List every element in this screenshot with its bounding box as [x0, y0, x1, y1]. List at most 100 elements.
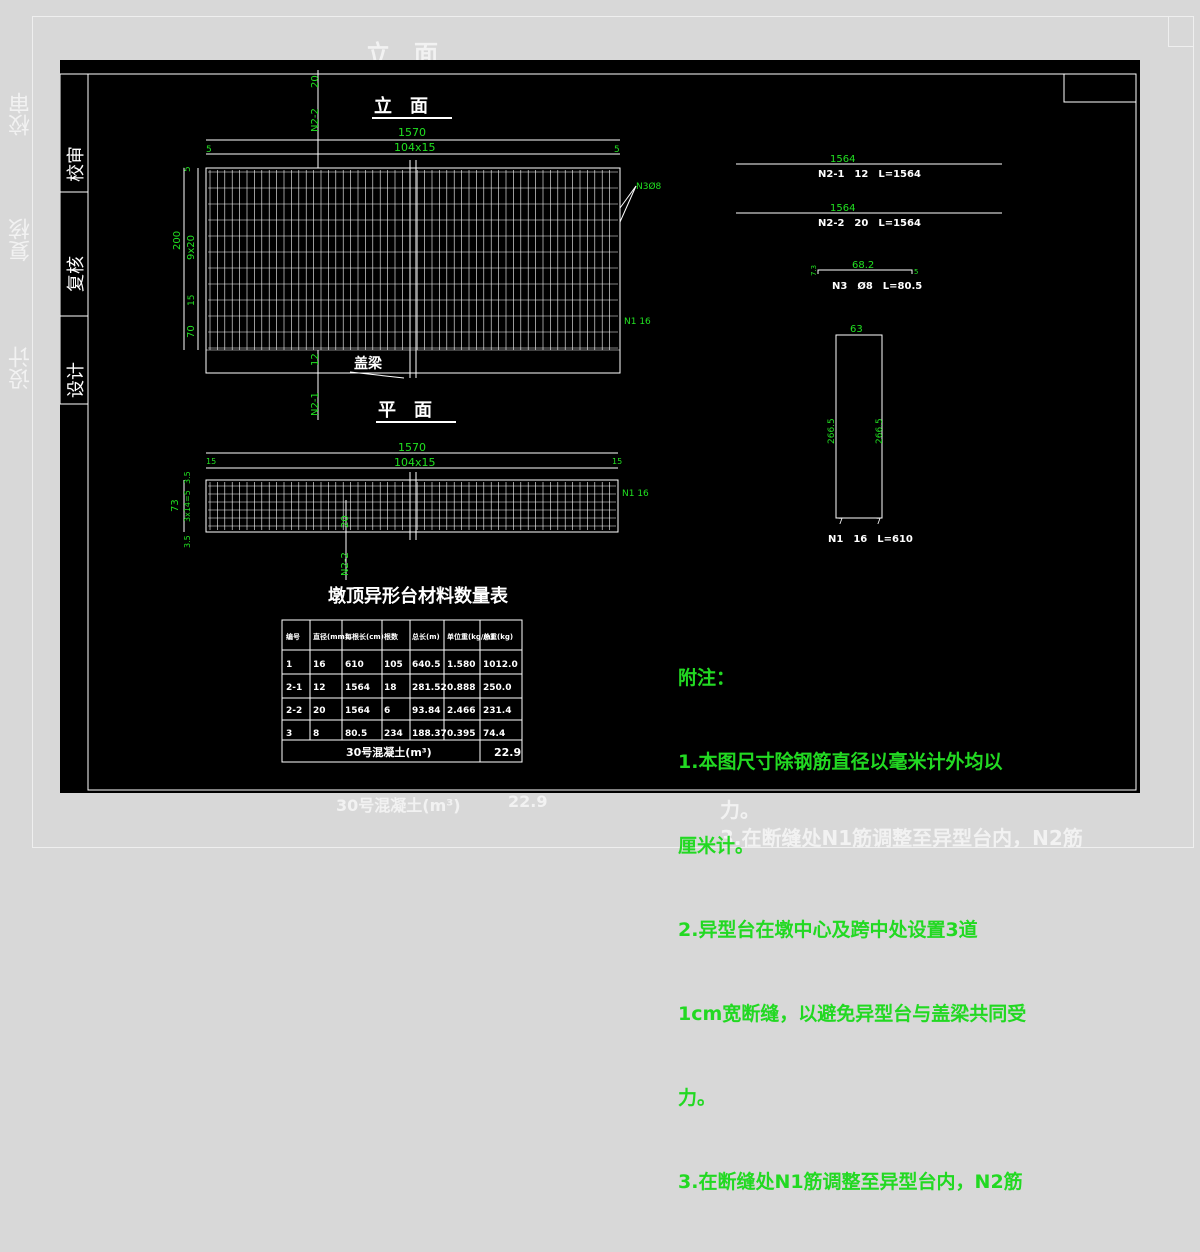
table-cell: 640.5 — [412, 660, 440, 670]
plan-left-dim: 3x14=5 — [183, 490, 192, 522]
table-header-cell: 每根长(cm) — [345, 632, 384, 641]
table-body: 编号 直径(mm)每根长(cm) 根数 总长(m) 单位重(kg/m)总重(kg)1 16… — [286, 632, 518, 739]
tag-n2-1-value: 12 — [310, 353, 321, 366]
table-header-cell: 编号 — [286, 632, 300, 641]
note-line: 1cm宽断缝，以避免异型台与盖梁共同受 — [678, 1003, 1027, 1025]
n22-label: N2-2 20 L=1564 — [818, 218, 921, 229]
elevation-title: 立 面 — [374, 95, 428, 117]
table-cell: 2.466 — [447, 706, 475, 716]
n1-side-left: 266.5 — [827, 418, 837, 444]
table-cell: 1012.0 — [483, 660, 518, 670]
note-line: 1.本图尺寸除钢筋直径以毫米计外均以 — [678, 751, 1003, 773]
note-line: 2.异型台在墩中心及跨中处设置3道 — [678, 919, 978, 941]
n21-label: N2-1 12 L=1564 — [818, 169, 921, 180]
ghost-title-block — [1168, 16, 1193, 47]
elevation-dim-spacing: 104x15 — [394, 141, 436, 154]
table-cell: 1564 — [345, 706, 370, 716]
plan-tag-n2-2: N2-2 — [340, 552, 351, 576]
drawing-sheet: 校审 复核 设计 立 面 1570 104x15 5 5 5 200 9x20 … — [60, 60, 1140, 1193]
table-header-cell: 总重(kg) — [483, 632, 513, 641]
table-cell: 1 — [286, 660, 292, 670]
table-title: 墩顶异形台材料数量表 — [328, 585, 509, 607]
ghost-footer-value: 22.9 — [508, 792, 548, 811]
table-cell: 93.84 — [412, 706, 440, 716]
elevation-left-dim: 70 — [186, 325, 197, 338]
table-footer-label: 30号混凝土(m³) — [346, 745, 432, 759]
ghost-side-label: 校审 — [9, 92, 34, 136]
side-strip — [60, 73, 89, 405]
note-line: 厘米计。 — [678, 835, 755, 857]
table-cell: 8 — [313, 729, 319, 739]
elevation-left-dim: 9x20 — [186, 235, 197, 260]
table-cell: 80.5 — [345, 729, 367, 739]
plan-left-dim: 3.5 — [183, 471, 192, 484]
plan-left-dim: 3.5 — [183, 535, 192, 548]
table-cell: 2-2 — [286, 706, 302, 716]
table-header-cell: 根数 — [384, 632, 399, 641]
table-cell: 12 — [313, 683, 326, 693]
ghost-footer-label: 30号混凝土(m³) — [336, 796, 461, 815]
n1-foot-left: 7 — [838, 517, 843, 526]
plan-outline — [205, 479, 619, 533]
beam-label: 盖梁 — [354, 355, 383, 372]
n3-end-right: 5 — [914, 268, 918, 276]
plan-left-dim: 73 — [170, 499, 181, 512]
table-cell: 250.0 — [483, 683, 511, 693]
tag-n3: N3Ø8 — [636, 181, 662, 192]
elevation-left-dim: 15 — [187, 295, 197, 306]
table-cell: 1.580 — [447, 660, 475, 670]
plan-rebar-grid — [208, 482, 616, 530]
table-cell: 74.4 — [483, 729, 505, 739]
elevation-dim-total: 1570 — [398, 126, 426, 139]
side-label-review: 校审 — [66, 146, 87, 182]
notes-block: 附注： 1.本图尺寸除钢筋直径以毫米计外均以 厘米计。 2.异型台在墩中心及跨中… — [678, 608, 1098, 1252]
n1-top-dim: 63 — [850, 324, 863, 335]
n21-length: 1564 — [830, 154, 855, 165]
n22-length: 1564 — [830, 203, 855, 214]
n1-label: N1 16 L=610 — [828, 534, 913, 545]
plan-dim-end: 15 — [612, 457, 622, 466]
tag-n1: N1 16 — [624, 317, 651, 327]
table-footer-value: 22.9 — [494, 746, 521, 759]
table-cell: 20 — [313, 706, 326, 716]
note-line: 力。 — [678, 1087, 717, 1109]
n1-foot-right: 7 — [876, 517, 881, 526]
n3-length: 68.2 — [852, 260, 874, 271]
table-cell: 188.37 — [412, 729, 447, 739]
elevation-dim-end: 5 — [614, 145, 620, 155]
table-cell: 16 — [313, 660, 326, 670]
n3-label: N3 Ø8 L=80.5 — [832, 280, 922, 292]
tag-n2-2-value: 20 — [310, 75, 321, 88]
n1-side-right: 266.5 — [875, 418, 885, 444]
plan-dim-total: 1570 — [398, 441, 426, 454]
notes-title: 附注： — [678, 667, 736, 689]
side-label-design: 设计 — [66, 362, 87, 398]
tag-n2-1: N2-1 — [310, 392, 321, 416]
title-block-corner — [1063, 73, 1137, 103]
table-cell: 1564 — [345, 683, 370, 693]
table-cell: 18 — [384, 683, 397, 693]
tag-n2-2: N2-2 — [310, 108, 321, 132]
table-cell: 0.395 — [447, 729, 475, 739]
plan-dim-spacing: 104x15 — [394, 456, 436, 469]
table-cell: 0.888 — [447, 683, 475, 693]
table-cell: 3 — [286, 729, 292, 739]
table-cell: 105 — [384, 660, 403, 670]
table-cell: 231.4 — [483, 706, 511, 716]
table-cell: 2-1 — [286, 683, 302, 693]
table-cell: 281.52 — [412, 683, 447, 693]
ghost-side-label: 复核 — [9, 218, 34, 262]
n3-end-left: 7.3 — [810, 265, 818, 276]
table-cell: 610 — [345, 660, 364, 670]
table-cell: 6 — [384, 706, 390, 716]
plan-tag-n1: N1 16 — [622, 489, 649, 499]
plan-title: 平 面 — [378, 400, 432, 421]
side-label-check: 复核 — [66, 256, 87, 292]
ghost-side-label: 设计 — [9, 346, 34, 390]
table-header-cell: 总长(m) — [412, 632, 440, 641]
elevation-rebar-grid — [206, 170, 620, 351]
table-cell: 234 — [384, 729, 403, 739]
elevation-left-dim: 200 — [172, 231, 183, 250]
note-line: 3.在断缝处N1筋调整至异型台内，N2筋 — [678, 1171, 1023, 1193]
elevation-dim-end: 5 — [206, 145, 212, 155]
